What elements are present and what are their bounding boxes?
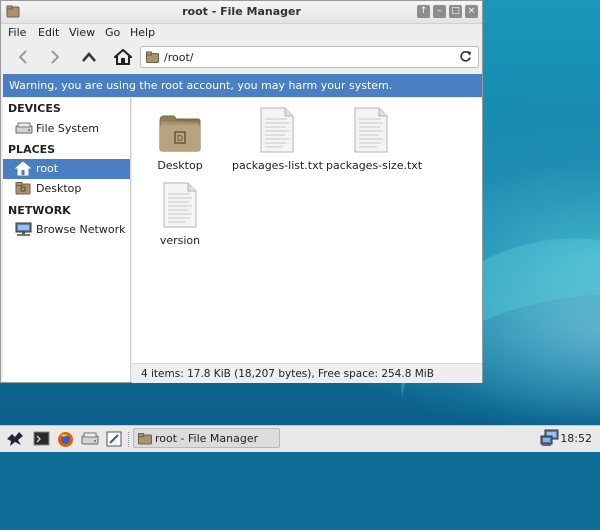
sidebar-item-root[interactable]: root bbox=[3, 159, 130, 179]
menu-file[interactable]: File bbox=[8, 26, 26, 39]
home-icon bbox=[14, 161, 32, 179]
taskbar: root - File Manager 18:52 bbox=[0, 425, 600, 452]
sidebar-item-file-system[interactable]: File System bbox=[3, 119, 130, 139]
svg-text:D: D bbox=[177, 134, 183, 143]
file-item-packages-size[interactable]: packages-size.txt bbox=[326, 107, 423, 172]
menu-view[interactable]: View bbox=[69, 26, 95, 39]
network-icon bbox=[15, 222, 32, 240]
reload-icon[interactable] bbox=[459, 50, 472, 66]
sidebar-item-label: root bbox=[36, 162, 59, 175]
up-arrow-icon bbox=[82, 52, 96, 62]
file-item-desktop[interactable]: D Desktop bbox=[135, 107, 225, 172]
file-name: packages-size.txt bbox=[326, 159, 423, 172]
folder-icon bbox=[146, 51, 159, 66]
folder-icon bbox=[138, 432, 152, 448]
up-button[interactable] bbox=[77, 45, 101, 69]
sidebar-item-label: Desktop bbox=[36, 182, 82, 195]
file-item-packages-list[interactable]: packages-list.txt bbox=[232, 107, 323, 172]
window-title: root - File Manager bbox=[182, 5, 301, 18]
menu-edit[interactable]: Edit bbox=[38, 26, 59, 39]
toolbar: /root/ bbox=[1, 41, 482, 73]
status-text: 4 items: 17.8 KiB (18,207 bytes), Free s… bbox=[141, 368, 434, 380]
minimize-button[interactable]: – bbox=[433, 5, 446, 18]
sidebar-item-label: File System bbox=[36, 122, 99, 135]
folder-icon bbox=[15, 181, 31, 198]
network-status-icon[interactable] bbox=[540, 429, 560, 450]
file-name: version bbox=[159, 234, 201, 247]
address-bar[interactable]: /root/ bbox=[140, 46, 479, 68]
forward-button[interactable] bbox=[43, 45, 67, 69]
places-heading: PLACES bbox=[8, 143, 56, 156]
firefox-icon[interactable] bbox=[57, 431, 74, 451]
menu-go[interactable]: Go bbox=[105, 26, 120, 39]
terminal-icon[interactable] bbox=[33, 431, 50, 449]
close-button[interactable]: × bbox=[465, 5, 478, 18]
home-icon bbox=[114, 48, 132, 65]
file-view[interactable]: D Desktop packages-list.txt packages-siz… bbox=[132, 98, 482, 363]
editor-icon[interactable] bbox=[106, 431, 122, 450]
task-button-file-manager[interactable]: root - File Manager bbox=[133, 428, 280, 448]
home-button[interactable] bbox=[111, 45, 135, 69]
sidebar: DEVICES File System PLACES root Desktop … bbox=[3, 98, 131, 382]
clock: 18:52 bbox=[560, 432, 592, 445]
drive-icon bbox=[15, 121, 33, 138]
titlebar[interactable]: root - File Manager ↑ – □ × bbox=[1, 1, 482, 24]
sidebar-item-browse-network[interactable]: Browse Network bbox=[3, 220, 130, 240]
file-name: Desktop bbox=[157, 159, 203, 172]
menu-help[interactable]: Help bbox=[130, 26, 155, 39]
roll-up-button[interactable]: ↑ bbox=[417, 5, 430, 18]
file-item-version[interactable]: version bbox=[135, 182, 225, 247]
text-file-icon bbox=[135, 182, 225, 228]
taskbar-separator bbox=[128, 432, 131, 447]
network-heading: NETWORK bbox=[8, 204, 71, 217]
sidebar-item-label: Browse Network bbox=[36, 223, 126, 236]
statusbar: 4 items: 17.8 KiB (18,207 bytes), Free s… bbox=[132, 363, 482, 383]
maximize-button[interactable]: □ bbox=[449, 5, 462, 18]
task-button-label: root - File Manager bbox=[155, 432, 259, 445]
text-file-icon bbox=[326, 107, 416, 153]
drive-icon[interactable] bbox=[81, 431, 99, 449]
devices-heading: DEVICES bbox=[8, 102, 61, 115]
file-manager-window: root - File Manager ↑ – □ × File Edit Vi… bbox=[0, 0, 483, 383]
app-menu-icon[interactable] bbox=[6, 431, 24, 450]
address-path[interactable]: /root/ bbox=[164, 51, 193, 64]
folder-icon: D bbox=[135, 107, 225, 153]
back-arrow-icon bbox=[18, 50, 27, 64]
text-file-icon bbox=[232, 107, 322, 153]
forward-arrow-icon bbox=[51, 50, 60, 64]
sidebar-item-desktop[interactable]: Desktop bbox=[3, 179, 130, 199]
menubar: File Edit View Go Help bbox=[1, 23, 482, 41]
root-warning-bar: Warning, you are using the root account,… bbox=[3, 74, 482, 97]
file-name: packages-list.txt bbox=[232, 159, 323, 172]
back-button[interactable] bbox=[11, 45, 35, 69]
